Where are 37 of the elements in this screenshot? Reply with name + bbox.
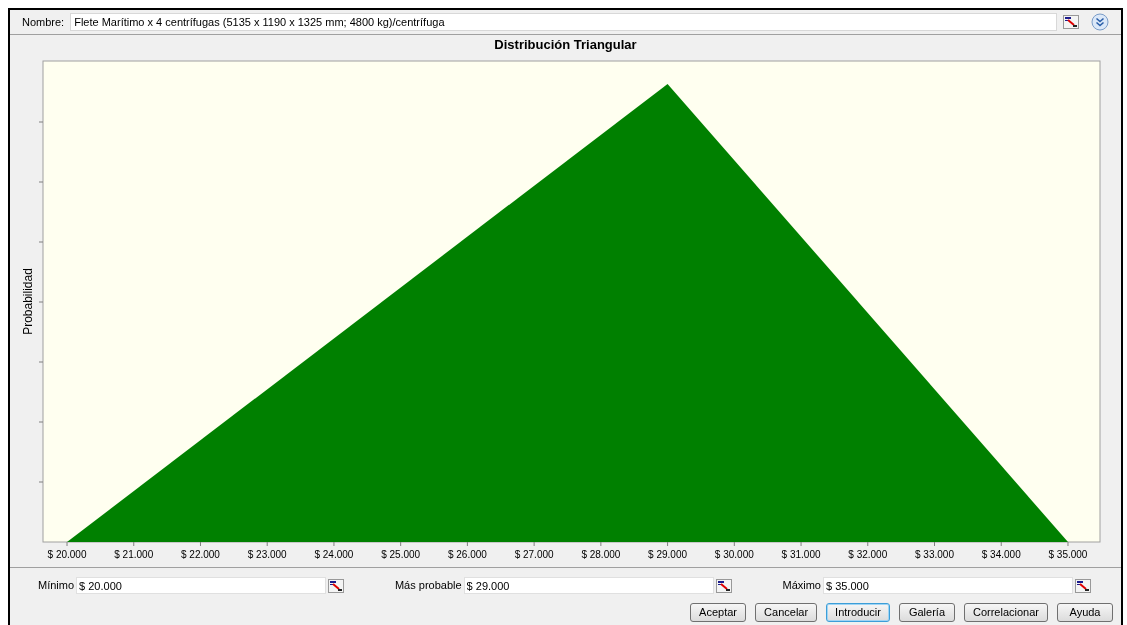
x-tick-label: $ 29.000 [648, 549, 688, 560]
dialog-button[interactable]: Aceptar [690, 603, 747, 622]
parameter-field[interactable]: $ 29.000 [463, 577, 714, 594]
x-tick-label: $ 21.000 [114, 549, 154, 560]
dialog-button[interactable]: Correlacionar [963, 603, 1048, 622]
x-tick-label: $ 27.000 [514, 549, 554, 560]
y-axis-label: Probabilidad [21, 268, 35, 335]
name-label: Nombre: [22, 14, 65, 30]
x-tick-label: $ 24.000 [314, 549, 354, 560]
dialog-button[interactable]: Ayuda [1057, 603, 1113, 622]
x-tick-label: $ 20.000 [47, 549, 87, 560]
x-tick-label: $ 22.000 [181, 549, 220, 560]
cell-reference-icon[interactable] [328, 578, 345, 593]
cell-reference-icon[interactable] [1075, 578, 1091, 593]
parameter-label: Más probable [394, 578, 462, 594]
x-tick-label: $ 23.000 [247, 549, 287, 560]
cell-reference-icon[interactable] [1063, 15, 1079, 29]
x-tick-label: $ 30.000 [714, 549, 754, 560]
dialog-button[interactable]: Introducir [826, 603, 890, 622]
x-tick-label: $ 34.000 [981, 549, 1021, 560]
x-tick-label: $ 26.000 [447, 549, 487, 560]
parameter-label: Máximo [782, 578, 821, 594]
cell-reference-icon[interactable] [715, 578, 732, 593]
dialog-button[interactable]: Cancelar [755, 603, 818, 622]
parameter-field[interactable]: $ 20.000 [76, 577, 327, 594]
x-tick-label: $ 35.000 [1048, 549, 1088, 560]
x-tick-label: $ 25.000 [381, 549, 421, 560]
dialog-button[interactable]: Galería [898, 603, 955, 622]
expand-chevron-icon[interactable] [1091, 13, 1109, 31]
x-tick-label: $ 33.000 [915, 549, 954, 560]
parameter-field[interactable]: $ 35.000 [823, 577, 1073, 594]
parameter-label: Mínimo [38, 578, 75, 594]
chart-title: Distribución Triangular [493, 36, 638, 53]
name-field[interactable]: Flete Marítimo x 4 centrífugas (5135 x 1190 x 1325 mm; 4800 kg)/centrífuga [70, 13, 1057, 31]
x-tick-label: $ 28.000 [581, 549, 621, 560]
x-tick-label: $ 31.000 [781, 549, 821, 560]
x-tick-label: $ 32.000 [848, 549, 888, 560]
